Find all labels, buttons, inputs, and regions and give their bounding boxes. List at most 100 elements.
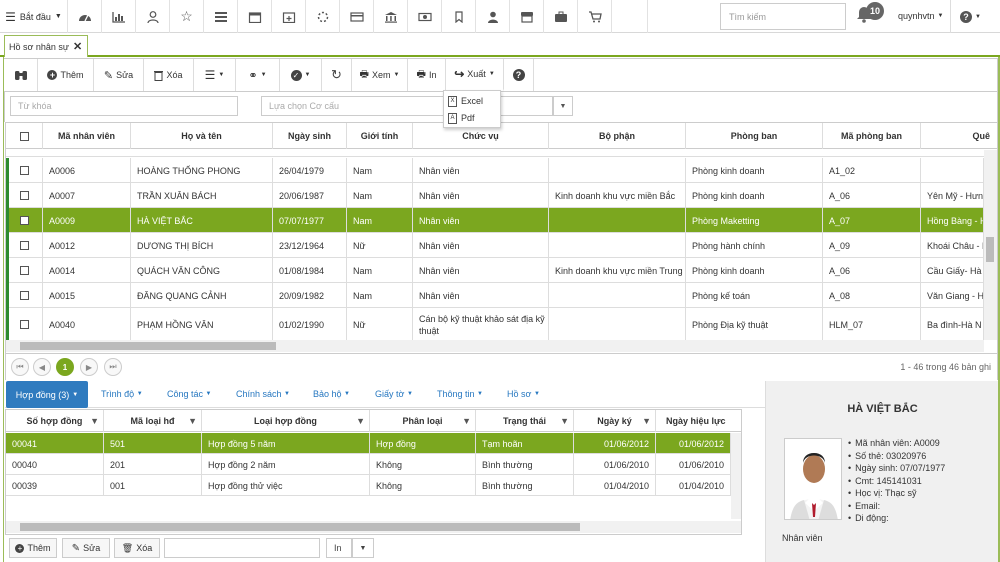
current-page[interactable]: 1 [56, 358, 74, 376]
contract-edit-button[interactable]: ✎ Sửa [62, 538, 110, 558]
tab-documents[interactable]: Giấy tờ ▼ [375, 384, 413, 404]
column-header[interactable]: Loại hợp đồng ▼ [202, 410, 370, 432]
tab-records[interactable]: Hồ sơ ▼ [507, 384, 540, 404]
help-icon[interactable]: ? [504, 59, 534, 91]
table-row[interactable]: A0015 ĐĂNG QUANG CẢNH 20/09/1982 Nam Nhân vi… [6, 283, 984, 308]
view-button[interactable]: 🖶 Xem ▼ [352, 59, 408, 91]
row-checkbox[interactable] [19, 216, 29, 225]
filter-icon[interactable]: ▼ [560, 416, 569, 426]
first-page-button[interactable]: ⏮ [11, 358, 29, 376]
table-row[interactable]: 00041 501 Hợp đồng 5 năm Hợp đồng Tạm hoãn 01… [6, 433, 731, 454]
structure-dropdown-button[interactable]: ▼ [553, 96, 573, 116]
column-header[interactable]: Phân loại ▼ [370, 410, 476, 432]
select-all-checkbox[interactable] [6, 123, 43, 149]
row-checkbox[interactable] [19, 291, 29, 300]
next-page-button[interactable]: ▶ [80, 358, 98, 376]
horizontal-scrollbar[interactable] [6, 521, 741, 533]
last-page-button[interactable]: ⏭ [104, 358, 122, 376]
calendar-icon[interactable] [238, 0, 272, 33]
table-row[interactable]: A0040 PHẠM HỒNG VÂN 01/02/1990 Nữ Cán bộ kỹ … [6, 308, 984, 340]
user-icon[interactable] [136, 0, 170, 33]
bar-chart-icon[interactable] [102, 0, 136, 33]
table-row[interactable]: A0012 DƯƠNG THỊ BÍCH 23/12/1964 Nữ Nhân viên… [6, 233, 984, 258]
close-icon[interactable]: ✕ [73, 40, 82, 53]
export-excel-item[interactable]: X Excel [448, 94, 483, 108]
list-menu-button[interactable]: ☰ ▼ [194, 59, 236, 91]
table-row[interactable]: A0006 HOÀNG THỐNG PHONG 26/04/1979 Nam Nhân … [6, 158, 984, 183]
contract-print-select[interactable]: In [326, 538, 352, 558]
vertical-scrollbar[interactable] [731, 433, 741, 519]
table-row[interactable]: 00040 201 Hợp đồng 2 năm Không Bình thường 01… [6, 454, 731, 475]
briefcase-icon[interactable] [544, 0, 578, 33]
vertical-scrollbar[interactable] [984, 150, 997, 340]
store-icon[interactable] [510, 0, 544, 33]
cart-icon[interactable] [578, 0, 612, 33]
column-header[interactable]: Mã nhân viên [43, 123, 131, 149]
filter-icon[interactable]: ▼ [356, 416, 365, 426]
column-header[interactable]: Số hợp đồng ▼ [6, 410, 104, 432]
print-dropdown-button[interactable]: ▼ [352, 538, 374, 558]
credit-card-icon[interactable] [340, 0, 374, 33]
dashboard-icon[interactable] [68, 0, 102, 33]
prev-page-button[interactable]: ◀ [33, 358, 51, 376]
user-menu[interactable]: quynhvtn ▼ [898, 11, 943, 21]
structure-select[interactable]: Lựa chọn Cơ cấu [261, 96, 553, 116]
column-header[interactable]: Mã phòng ban [823, 123, 921, 149]
money-icon[interactable] [408, 0, 442, 33]
column-header[interactable]: Phòng ban [686, 123, 823, 149]
table-row[interactable]: A0014 QUÁCH VĂN CÔNG 01/08/1984 Nam Nhân viê… [6, 258, 984, 283]
export-pdf-item[interactable]: A Pdf [448, 111, 475, 125]
tab-protection[interactable]: Bảo hộ ▼ [313, 384, 350, 404]
column-header[interactable]: Bộ phận [549, 123, 686, 149]
column-header[interactable]: Ngày hiệu lực [656, 410, 741, 432]
table-row[interactable]: 00039 001 Hợp đồng thử việc Không Bình thườn… [6, 475, 731, 496]
filter-icon[interactable]: ▼ [642, 416, 651, 426]
column-header[interactable]: Giới tính [347, 123, 413, 149]
person-icon[interactable] [476, 0, 510, 33]
contract-delete-button[interactable]: 🗑 Xóa [114, 538, 160, 558]
row-checkbox[interactable] [19, 320, 29, 329]
horizontal-scrollbar[interactable] [6, 340, 984, 352]
column-header[interactable]: Ngày sinh [273, 123, 347, 149]
contract-report-input[interactable] [164, 538, 320, 558]
add-button[interactable]: + Thêm [38, 59, 94, 91]
row-checkbox[interactable] [19, 191, 29, 200]
row-checkbox[interactable] [19, 166, 29, 175]
tab-education[interactable]: Trình độ ▼ [101, 384, 143, 404]
column-header[interactable]: Họ và tên [131, 123, 273, 149]
tab-work[interactable]: Công tác ▼ [167, 384, 212, 404]
approve-menu-button[interactable]: ✓ ▼ [280, 59, 322, 91]
column-header[interactable]: Quê [921, 123, 997, 149]
contract-add-button[interactable]: + Thêm [9, 538, 57, 558]
bank-icon[interactable] [374, 0, 408, 33]
bookmark-icon[interactable] [442, 0, 476, 33]
filter-icon[interactable]: ▼ [90, 416, 99, 426]
calendar-add-icon[interactable] [272, 0, 306, 33]
print-button[interactable]: 🖶 In [408, 59, 446, 91]
star-icon[interactable]: ☆ [170, 0, 204, 33]
tab-policy[interactable]: Chính sách ▼ [236, 384, 290, 404]
start-menu-button[interactable]: ☰ Bắt đầu ▼ [0, 0, 68, 33]
filter-icon[interactable]: ▼ [462, 416, 471, 426]
list-icon[interactable] [204, 0, 238, 33]
column-header[interactable]: Ngày ký ▼ [574, 410, 656, 432]
spinner-icon[interactable] [306, 0, 340, 33]
table-row[interactable]: A0007 TRẦN XUÂN BÁCH 20/06/1987 Nam Nhân viê… [6, 183, 984, 208]
help-menu-button[interactable]: ? ▼ [950, 0, 990, 33]
binoculars-icon[interactable] [4, 59, 38, 91]
keyword-input[interactable]: Từ khóa [10, 96, 238, 116]
column-header[interactable]: Mã loại hđ ▼ [104, 410, 202, 432]
row-checkbox[interactable] [19, 241, 29, 250]
tab-information[interactable]: Thông tin ▼ [437, 384, 483, 404]
refresh-icon[interactable]: ↻ [322, 59, 352, 91]
edit-button[interactable]: ✎ Sửa [94, 59, 144, 91]
export-button[interactable]: ↪ Xuất ▼ [446, 59, 504, 91]
row-checkbox[interactable] [19, 266, 29, 275]
table-row[interactable]: A0009 HÀ VIỆT BẮC 07/07/1977 Nam Nhân viên Ph… [6, 208, 984, 233]
filter-icon[interactable]: ▼ [188, 416, 197, 426]
column-header[interactable]: Trạng thái ▼ [476, 410, 574, 432]
global-search-input[interactable]: Tìm kiếm [720, 3, 846, 30]
tab-contracts[interactable]: Hợp đồng (3) ▼ [6, 381, 88, 408]
tab-employee-profiles[interactable]: Hồ sơ nhân sự ✕ [4, 35, 88, 57]
link-menu-button[interactable]: ⚭ ▼ [236, 59, 280, 91]
